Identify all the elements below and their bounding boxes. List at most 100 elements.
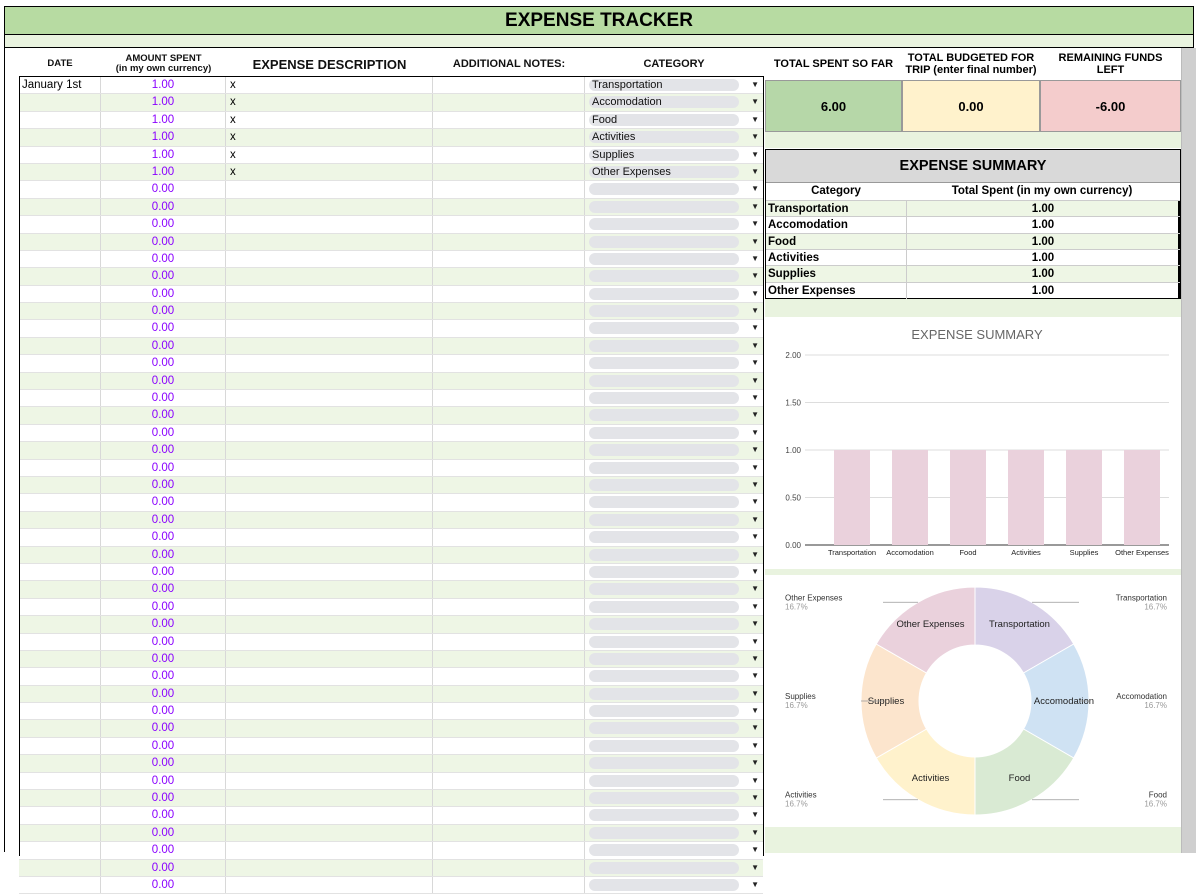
amount-cell[interactable]: 0.00 [101,233,226,250]
category-chip[interactable] [589,618,739,631]
dropdown-arrow-icon[interactable]: ▼ [751,286,759,302]
category-cell[interactable]: ▼ [585,460,763,476]
bar[interactable] [1008,450,1044,545]
amount-cell[interactable]: 0.00 [101,685,226,703]
dropdown-arrow-icon[interactable]: ▼ [751,147,759,163]
category-cell[interactable]: ▼ [585,251,763,267]
category-cell[interactable]: ▼ [585,216,763,232]
category-cell[interactable]: ▼ [585,720,763,736]
category-chip[interactable] [589,478,739,491]
category-chip[interactable] [589,252,739,265]
amount-cell[interactable]: 0.00 [101,720,226,737]
dropdown-arrow-icon[interactable]: ▼ [751,599,759,615]
description-cell[interactable] [226,355,433,372]
dropdown-arrow-icon[interactable]: ▼ [751,616,759,632]
notes-cell[interactable] [433,755,585,772]
amount-cell[interactable]: 0.00 [101,181,226,198]
date-cell[interactable] [19,511,101,529]
dropdown-arrow-icon[interactable]: ▼ [751,77,759,93]
dropdown-arrow-icon[interactable]: ▼ [751,216,759,232]
dropdown-arrow-icon[interactable]: ▼ [751,581,759,597]
date-cell[interactable] [19,337,101,355]
notes-cell[interactable] [433,459,585,476]
amount-cell[interactable]: 0.00 [101,546,226,563]
category-chip[interactable]: Supplies [589,148,739,161]
amount-cell[interactable]: 1.00 [101,111,226,129]
description-cell[interactable] [226,650,433,668]
category-cell[interactable]: ▼ [585,807,763,823]
dropdown-arrow-icon[interactable]: ▼ [751,686,759,702]
notes-cell[interactable] [433,842,585,859]
notes-cell[interactable] [433,216,585,233]
date-cell[interactable] [19,598,101,616]
dropdown-arrow-icon[interactable]: ▼ [751,877,759,893]
date-cell[interactable] [19,424,101,442]
category-cell[interactable]: ▼ [585,651,763,667]
dropdown-arrow-icon[interactable]: ▼ [751,390,759,406]
dropdown-arrow-icon[interactable]: ▼ [751,355,759,371]
dropdown-arrow-icon[interactable]: ▼ [751,303,759,319]
category-chip[interactable] [589,531,739,544]
date-cell[interactable] [19,720,101,737]
date-cell[interactable] [19,494,101,511]
dropdown-arrow-icon[interactable]: ▼ [751,651,759,667]
notes-cell[interactable] [433,146,585,163]
notes-cell[interactable] [433,703,585,720]
bar[interactable] [834,450,870,545]
notes-cell[interactable] [433,94,585,111]
category-chip[interactable] [589,444,739,457]
category-chip[interactable]: Transportation [589,79,739,91]
dropdown-arrow-icon[interactable]: ▼ [751,320,759,336]
description-cell[interactable] [226,703,433,720]
bar[interactable] [892,450,928,545]
date-cell[interactable] [19,233,101,250]
description-cell[interactable]: x [226,77,433,94]
category-cell[interactable]: ▼ [585,181,763,197]
category-chip[interactable] [589,513,739,526]
category-chip[interactable] [589,635,739,648]
dropdown-arrow-icon[interactable]: ▼ [751,407,759,423]
amount-cell[interactable]: 0.00 [101,337,226,355]
category-cell[interactable]: ▼ [585,477,763,493]
category-cell[interactable]: Supplies ▼ [585,147,763,163]
description-cell[interactable] [226,233,433,250]
category-chip[interactable] [589,687,739,700]
category-cell[interactable]: ▼ [585,668,763,684]
amount-cell[interactable]: 0.00 [101,581,226,598]
notes-cell[interactable] [433,285,585,303]
category-cell[interactable]: Accomodation ▼ [585,94,763,110]
date-cell[interactable] [19,111,101,129]
date-cell[interactable] [19,859,101,876]
date-cell[interactable] [19,146,101,163]
amount-cell[interactable]: 0.00 [101,668,226,685]
description-cell[interactable] [226,459,433,476]
dropdown-arrow-icon[interactable]: ▼ [751,703,759,719]
amount-cell[interactable]: 0.00 [101,755,226,772]
amount-cell[interactable]: 0.00 [101,355,226,372]
amount-cell[interactable]: 0.00 [101,476,226,494]
dropdown-arrow-icon[interactable]: ▼ [751,425,759,441]
date-cell[interactable] [19,668,101,685]
amount-cell[interactable]: 0.00 [101,216,226,233]
notes-cell[interactable] [433,163,585,181]
dropdown-arrow-icon[interactable]: ▼ [751,268,759,284]
dropdown-arrow-icon[interactable]: ▼ [751,720,759,736]
category-chip[interactable] [589,287,739,300]
notes-cell[interactable] [433,859,585,876]
notes-cell[interactable] [433,876,585,894]
category-cell[interactable]: ▼ [585,268,763,284]
notes-cell[interactable] [433,250,585,268]
notes-cell[interactable] [433,407,585,424]
category-cell[interactable]: ▼ [585,703,763,719]
date-cell[interactable] [19,476,101,494]
notes-cell[interactable] [433,442,585,459]
bar[interactable] [1066,450,1102,545]
notes-cell[interactable] [433,181,585,198]
description-cell[interactable] [226,442,433,459]
category-cell[interactable]: ▼ [585,199,763,215]
notes-cell[interactable] [433,616,585,633]
date-cell[interactable] [19,546,101,563]
category-chip[interactable] [589,409,739,422]
description-cell[interactable] [226,337,433,355]
description-cell[interactable]: x [226,111,433,129]
